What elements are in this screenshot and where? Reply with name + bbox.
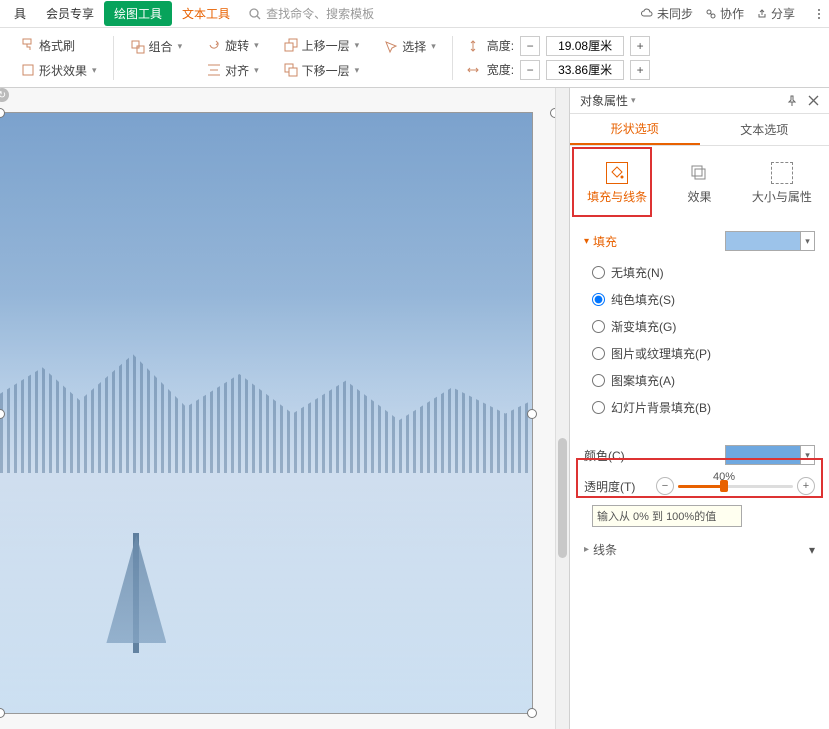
scrollbar-thumb[interactable]: [558, 438, 567, 558]
height-input[interactable]: [546, 36, 624, 56]
group-icon: [130, 39, 146, 55]
panel-title: 对象属性: [580, 92, 628, 109]
line-section-header[interactable]: ▸线条 ▾: [584, 535, 815, 564]
align-icon: [206, 62, 222, 78]
rotate-icon: [206, 37, 222, 53]
menu-text-tools[interactable]: 文本工具: [172, 1, 240, 26]
fill-section-header[interactable]: ▾填充 ▾: [584, 227, 815, 259]
vertical-scrollbar[interactable]: [555, 88, 569, 729]
select-icon: [383, 39, 399, 55]
move-down-button[interactable]: 下移一层▾: [279, 60, 364, 81]
tab-shape-options[interactable]: 形状选项: [570, 114, 700, 145]
fill-none[interactable]: 无填充(N): [584, 259, 815, 286]
resize-handle-br[interactable]: [527, 708, 537, 718]
color-row: 颜色(C) ▾: [584, 439, 815, 471]
close-icon[interactable]: [808, 95, 819, 107]
sub-tabs: 填充与线条 效果 大小与属性: [570, 146, 829, 221]
height-label: 高度:: [487, 37, 514, 54]
fill-picture[interactable]: 图片或纹理填充(P): [584, 340, 815, 367]
select-button[interactable]: 选择▾: [379, 36, 440, 57]
resize-handle-bl[interactable]: [0, 708, 5, 718]
fill-gradient[interactable]: 渐变填充(G): [584, 313, 815, 340]
search-icon: [248, 7, 262, 21]
sub-tab-size[interactable]: 大小与属性: [741, 156, 823, 211]
slider-thumb[interactable]: [720, 480, 728, 492]
collab-icon: [705, 8, 717, 20]
cloud-icon: [640, 7, 654, 21]
menu-drawing-tools[interactable]: 绘图工具: [104, 1, 172, 26]
collab-button[interactable]: 协作: [705, 5, 744, 22]
rotate-button[interactable]: 旋转▾: [202, 35, 263, 56]
move-up-button[interactable]: 上移一层▾: [279, 35, 364, 56]
fill-slide-bg[interactable]: 幻灯片背景填充(B): [584, 394, 815, 421]
fill-pattern[interactable]: 图案填充(A): [584, 367, 815, 394]
transparency-increment[interactable]: +: [797, 477, 815, 495]
move-up-icon: [283, 37, 299, 53]
size-icon: [771, 162, 793, 184]
resize-handle-mr[interactable]: [527, 409, 537, 419]
share-button[interactable]: 分享: [756, 5, 795, 22]
sub-tab-effect[interactable]: 效果: [658, 156, 740, 211]
properties-panel: 对象属性▾ 形状选项 文本选项 填充与线条 效果 大小与属性: [569, 88, 829, 729]
width-increment[interactable]: +: [630, 60, 650, 80]
width-input[interactable]: [546, 60, 624, 80]
height-icon: [465, 38, 481, 54]
rotate-handle[interactable]: [0, 88, 9, 102]
fill-color-swatch[interactable]: ▾: [725, 231, 815, 251]
transparency-hint: 输入从 0% 到 100%的值: [592, 505, 742, 527]
menu-vip[interactable]: 会员专享: [36, 1, 104, 26]
group-button[interactable]: 组合▾: [126, 36, 187, 57]
width-label: 宽度:: [487, 61, 514, 78]
menubar-right: 未同步 协作 分享: [640, 5, 825, 22]
transparency-decrement[interactable]: −: [656, 477, 674, 495]
menu-bar: 具 会员专享 绘图工具 文本工具 查找命令、搜索模板 未同步 协作 分享: [0, 0, 829, 28]
format-painter-icon: [20, 37, 36, 53]
format-painter-button[interactable]: 格式刷: [16, 35, 101, 56]
shape-effect-icon: [20, 62, 36, 78]
more-menu[interactable]: [813, 9, 825, 19]
menu-tool[interactable]: 具: [4, 1, 36, 26]
ribbon-toolbar: 格式刷 形状效果▾ 组合▾ x 旋转▾ 对齐▾ 上移一层▾ 下移一层▾: [0, 28, 829, 88]
transparency-slider[interactable]: 40%: [678, 485, 793, 488]
fill-icon: [606, 162, 628, 184]
panel-header: 对象属性▾: [570, 88, 829, 114]
width-decrement[interactable]: −: [520, 60, 540, 80]
height-decrement[interactable]: −: [520, 36, 540, 56]
pin-icon[interactable]: [786, 95, 798, 107]
effect-icon: [688, 162, 710, 184]
sub-tab-fill[interactable]: 填充与线条: [576, 156, 658, 211]
width-icon: [465, 62, 481, 78]
canvas[interactable]: [0, 88, 555, 729]
tab-text-options[interactable]: 文本选项: [700, 114, 829, 145]
search-input[interactable]: 查找命令、搜索模板: [248, 5, 374, 22]
search-placeholder: 查找命令、搜索模板: [266, 5, 374, 22]
line-style-picker[interactable]: ▾: [809, 543, 815, 557]
sync-status[interactable]: 未同步: [640, 5, 693, 22]
transparency-row: 透明度(T) − 40% +: [584, 471, 815, 501]
selected-shape[interactable]: [0, 113, 532, 713]
shape-effect-button[interactable]: 形状效果▾: [16, 60, 101, 81]
move-down-icon: [283, 62, 299, 78]
height-increment[interactable]: +: [630, 36, 650, 56]
share-icon: [756, 8, 768, 20]
fill-solid[interactable]: 纯色填充(S): [584, 286, 815, 313]
panel-tabs: 形状选项 文本选项: [570, 114, 829, 146]
align-button[interactable]: 对齐▾: [202, 60, 263, 81]
color-picker[interactable]: ▾: [725, 445, 815, 465]
